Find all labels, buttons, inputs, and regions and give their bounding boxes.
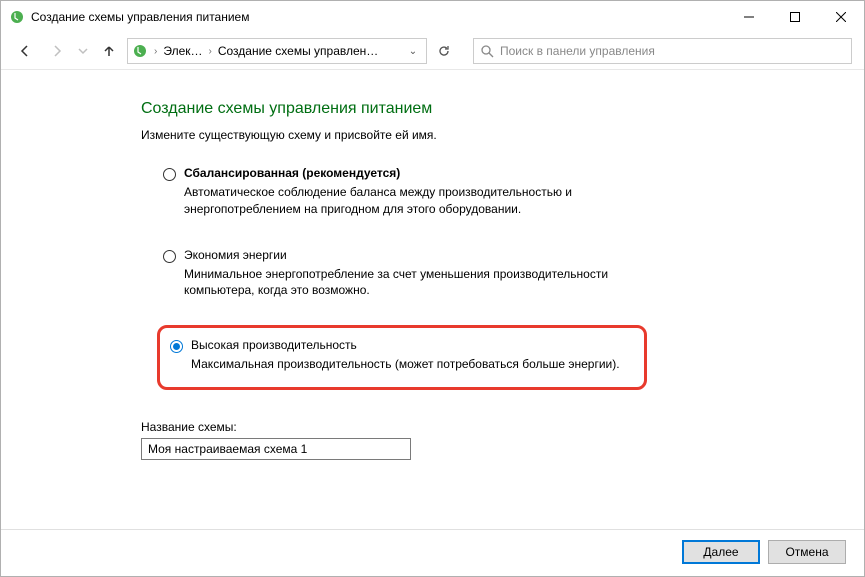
scheme-name-input[interactable] (141, 438, 411, 460)
radio-balanced[interactable] (163, 168, 176, 181)
scheme-name-label: Название схемы: (141, 420, 814, 434)
recent-locations-button[interactable] (75, 37, 91, 65)
chevron-right-icon: › (207, 46, 214, 57)
search-placeholder: Поиск в панели управления (500, 44, 655, 58)
app-icon (9, 9, 25, 25)
option-title: Экономия энергии (184, 248, 808, 262)
scheme-name-section: Название схемы: (141, 420, 814, 460)
page-heading: Создание схемы управления питанием (141, 100, 814, 118)
breadcrumb[interactable]: › Элек… › Создание схемы управлен… ⌄ (127, 38, 427, 64)
plan-options: Сбалансированная (рекомендуется) Автомат… (141, 162, 814, 390)
content-area: Создание схемы управления питанием Измен… (1, 69, 864, 529)
power-options-icon (132, 43, 148, 59)
breadcrumb-item[interactable]: Элек… (163, 44, 202, 58)
forward-button[interactable] (43, 37, 71, 65)
next-button[interactable]: Далее (682, 540, 760, 564)
close-button[interactable] (818, 1, 864, 33)
back-button[interactable] (11, 37, 39, 65)
search-input[interactable]: Поиск в панели управления (473, 38, 852, 64)
maximize-button[interactable] (772, 1, 818, 33)
option-title: Сбалансированная (рекомендуется) (184, 166, 808, 180)
window-controls (726, 1, 864, 33)
nav-toolbar: › Элек… › Создание схемы управлен… ⌄ Пои… (1, 33, 864, 69)
breadcrumb-item[interactable]: Создание схемы управлен… (218, 44, 378, 58)
option-title: Высокая производительность (191, 338, 632, 352)
radio-high-performance[interactable] (170, 340, 183, 353)
option-desc: Минимальное энергопотребление за счет ум… (184, 266, 664, 300)
option-power-saver[interactable]: Экономия энергии Минимальное энергопотре… (157, 244, 814, 304)
chevron-down-icon[interactable]: ⌄ (404, 46, 422, 57)
radio-power-saver[interactable] (163, 250, 176, 263)
option-desc: Автоматическое соблюдение баланса между … (184, 184, 664, 218)
window: Создание схемы управления питанием (0, 0, 865, 577)
page-subheading: Измените существующую схему и присвойте … (141, 128, 814, 142)
minimize-button[interactable] (726, 1, 772, 33)
window-title: Создание схемы управления питанием (31, 10, 249, 24)
footer-buttons: Далее Отмена (1, 529, 864, 576)
option-balanced[interactable]: Сбалансированная (рекомендуется) Автомат… (157, 162, 814, 222)
refresh-button[interactable] (431, 38, 457, 64)
chevron-right-icon: › (152, 46, 159, 57)
option-desc: Максимальная производительность (может п… (191, 356, 632, 373)
titlebar: Создание схемы управления питанием (1, 1, 864, 33)
up-button[interactable] (95, 37, 123, 65)
search-icon (480, 44, 494, 58)
option-high-performance[interactable]: Высокая производительность Максимальная … (157, 325, 647, 390)
cancel-button[interactable]: Отмена (768, 540, 846, 564)
